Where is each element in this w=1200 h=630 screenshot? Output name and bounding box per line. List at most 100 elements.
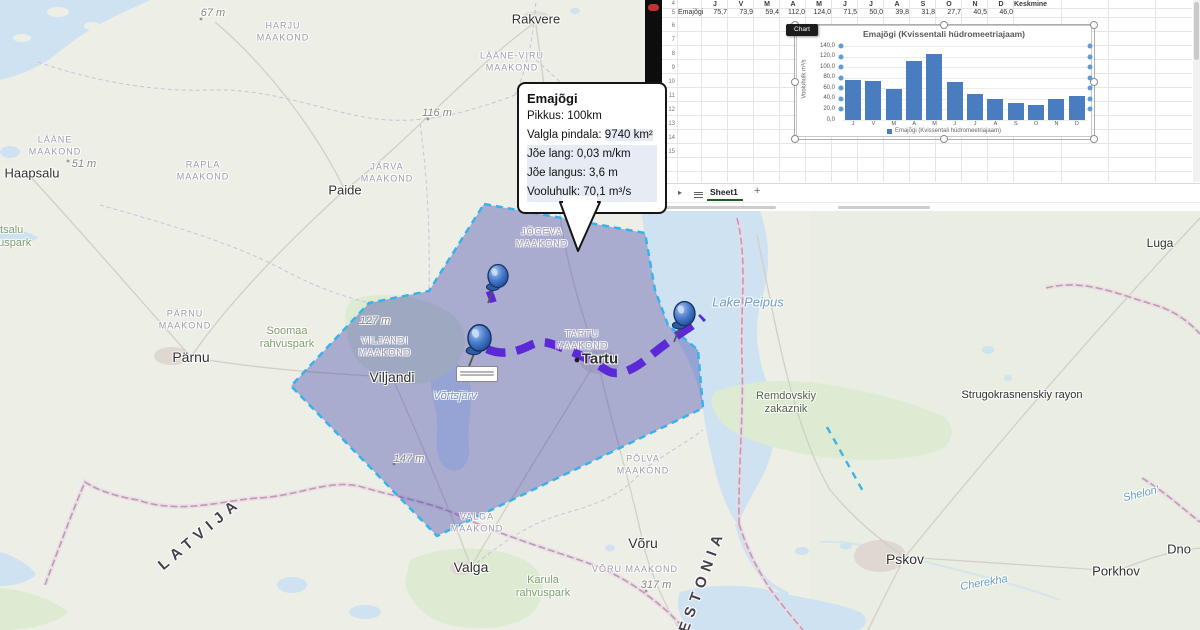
chart-bar xyxy=(926,54,942,120)
selection-dot[interactable] xyxy=(839,54,844,59)
month-column-header: A xyxy=(780,1,806,8)
value-cell: 112,0 xyxy=(781,9,805,16)
legend-swatch xyxy=(887,129,892,134)
month-column-header: J xyxy=(858,1,884,8)
screenshot-stage: 67 m HARJU MAAKOND Rakvere LÄÄNE-VIRU MA… xyxy=(0,0,1200,630)
spreadsheet-panel[interactable]: 3456789101112131415JVMAMJJASOND75,773,95… xyxy=(662,0,1200,211)
y-axis-tick-label: 140,0 xyxy=(805,43,835,49)
chart-gridline xyxy=(843,78,1087,79)
value-cell: 71,5 xyxy=(833,9,857,16)
month-column-header: J xyxy=(702,1,728,8)
status-strip xyxy=(662,202,1200,211)
pin-measurement-label xyxy=(456,366,498,382)
chart-bar xyxy=(967,94,983,120)
x-axis-tick-label: S xyxy=(1006,121,1026,127)
selection-dot[interactable] xyxy=(1088,65,1093,70)
chart-bar xyxy=(1008,103,1024,120)
value-cell: 31,8 xyxy=(911,9,935,16)
legend-label: Emajõgi (Kvissentali hüdromeetriajaam) xyxy=(895,128,1001,134)
value-cell: 50,0 xyxy=(859,9,883,16)
chart-gridline xyxy=(843,46,1087,47)
month-column-header: M xyxy=(806,1,832,8)
add-sheet-button[interactable]: + xyxy=(754,185,760,197)
row-number: 4 xyxy=(662,1,675,7)
month-column-header: N xyxy=(962,1,988,8)
scrollbar-thumb[interactable] xyxy=(1194,2,1199,60)
row-number: 9 xyxy=(662,65,675,71)
sheet-tab[interactable]: Sheet1 xyxy=(710,187,738,197)
y-axis-tick-label: 60,0 xyxy=(805,85,835,91)
selection-dot[interactable] xyxy=(839,65,844,70)
row-number: 8 xyxy=(662,51,675,57)
chart-bar xyxy=(1069,96,1085,120)
value-cell: 73,9 xyxy=(729,9,753,16)
chart-gridline xyxy=(843,57,1087,58)
value-cell: 59,4 xyxy=(755,9,779,16)
selection-dot[interactable] xyxy=(839,96,844,101)
record-icon[interactable] xyxy=(648,4,659,11)
x-axis-tick-label: N xyxy=(1046,121,1066,127)
selection-dot[interactable] xyxy=(1088,54,1093,59)
chart-bar xyxy=(865,81,881,120)
month-column-header: M xyxy=(754,1,780,8)
grid-hline xyxy=(662,157,1192,158)
selection-dot[interactable] xyxy=(1088,75,1093,80)
grid-hline xyxy=(662,171,1192,172)
selection-dot[interactable] xyxy=(1088,86,1093,91)
y-axis-tick-label: 120,0 xyxy=(805,53,835,59)
value-cell: 124,0 xyxy=(807,9,831,16)
value-cell: 27,7 xyxy=(937,9,961,16)
x-axis-tick-label: V xyxy=(863,121,883,127)
chart-bar xyxy=(1048,99,1064,120)
month-column-header: S xyxy=(910,1,936,8)
row-number: 5 xyxy=(662,10,675,16)
popup-basin-area: Valgla pindala: 9740 km² xyxy=(527,126,657,145)
status-text-blur xyxy=(664,206,776,209)
vertical-scrollbar[interactable] xyxy=(1193,0,1200,182)
y-axis-tick-label: 0,0 xyxy=(805,117,835,123)
chart-bar xyxy=(886,89,902,120)
value-cell: 39,8 xyxy=(885,9,909,16)
popup-title: Emajõgi xyxy=(527,90,657,107)
row-number: 7 xyxy=(662,37,675,43)
grid-hline xyxy=(662,143,1192,144)
selection-dot[interactable] xyxy=(839,75,844,80)
selection-dot[interactable] xyxy=(839,44,844,49)
selection-dot[interactable] xyxy=(1088,96,1093,101)
month-column-header: A xyxy=(884,1,910,8)
x-axis-tick-label: J xyxy=(843,121,863,127)
selection-dot[interactable] xyxy=(839,107,844,112)
row-number: 6 xyxy=(662,23,675,29)
chart-bar xyxy=(845,80,861,120)
popup-discharge: Vooluhulk: 70,1 m³/s xyxy=(527,183,657,202)
grid-vline xyxy=(677,0,678,182)
month-column-header: D xyxy=(988,1,1014,8)
x-axis-tick-label: D xyxy=(1067,121,1087,127)
chart-bar xyxy=(1028,105,1044,120)
chart-gridline xyxy=(843,67,1087,68)
grid-vline xyxy=(753,0,754,182)
y-axis-tick-label: 100,0 xyxy=(805,64,835,70)
value-cell: 40,5 xyxy=(963,9,987,16)
popup-slope: Jõe lang: 0,03 m/km xyxy=(527,145,657,164)
y-axis-tick-label: 40,0 xyxy=(805,95,835,101)
x-axis-tick-label: M xyxy=(884,121,904,127)
selection-dot[interactable] xyxy=(1088,44,1093,49)
x-axis-tick-label: J xyxy=(965,121,985,127)
value-cell: 46,0 xyxy=(989,9,1013,16)
sheet-tab-bar: ▸ Sheet1 + xyxy=(662,183,1200,203)
chart-tooltip: Chart xyxy=(786,24,818,36)
selection-dot[interactable] xyxy=(839,86,844,91)
embedded-chart[interactable]: Emajõgi (Kvissentali hüdromeetriajaam) V… xyxy=(796,25,1092,137)
y-axis-tick-label: 80,0 xyxy=(805,74,835,80)
value-cell: 75,7 xyxy=(703,9,727,16)
all-sheets-menu-icon[interactable] xyxy=(694,190,703,199)
sheet-nav-arrow-icon[interactable]: ▸ xyxy=(678,188,682,197)
selection-dot[interactable] xyxy=(1088,107,1093,112)
tartu-city-dot xyxy=(575,358,580,363)
chart-bar xyxy=(906,61,922,120)
month-column-header: V xyxy=(728,1,754,8)
grid-vline xyxy=(727,0,728,182)
chart-legend: Emajõgi (Kvissentali hüdromeetriajaam) xyxy=(797,128,1091,134)
x-axis-tick-label: A xyxy=(904,121,924,127)
